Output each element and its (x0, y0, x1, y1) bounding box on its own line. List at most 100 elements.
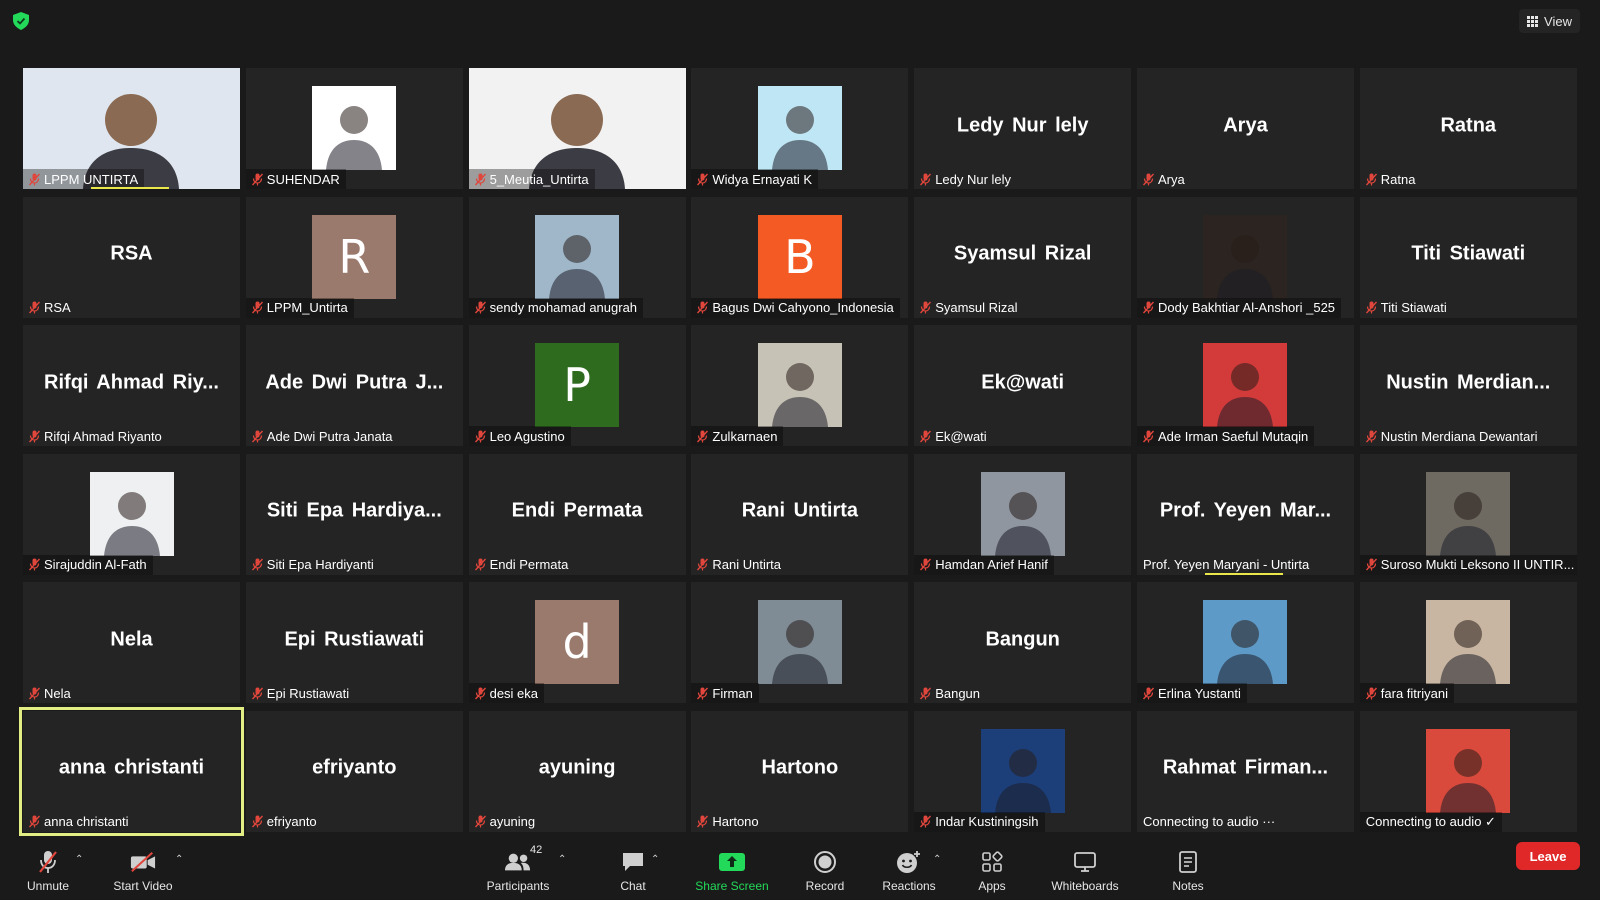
participant-tile[interactable]: Zulkarnaen (691, 325, 909, 446)
participant-tile[interactable]: Ade Dwi Putra J... Ade Dwi Putra Janata (245, 325, 463, 446)
participant-tile[interactable]: Firman (691, 582, 909, 703)
participant-tile[interactable]: Arya Arya (1136, 68, 1354, 189)
participant-tile[interactable]: Erlina Yustanti (1136, 582, 1354, 703)
participant-profile-picture (980, 471, 1065, 556)
chat-options-caret-icon[interactable]: ⌃ (651, 854, 661, 865)
participant-name-label: Sirajuddin Al-Fath (44, 557, 147, 572)
participant-tile[interactable]: Titi Stiawati Titi Stiawati (1359, 196, 1577, 318)
participant-tile[interactable]: sendy mohamad anugrah (468, 196, 686, 318)
participant-tile[interactable]: Ade Irman Saeful Mutaqin (1136, 325, 1354, 446)
muted-mic-icon (474, 430, 486, 443)
participant-name-label: Bagus Dwi Cahyono_Indonesia (712, 300, 894, 315)
participant-tile[interactable]: Dody Bakhtiar Al-Anshori _525 (1136, 196, 1354, 318)
chat-button[interactable]: Chat (605, 840, 661, 900)
participant-tile[interactable]: Indar Kustiningsih (914, 710, 1132, 832)
participant-name-label: Leo Agustino (489, 428, 565, 444)
participant-tile[interactable]: Bangun Bangun (914, 582, 1132, 703)
participant-tile[interactable]: fara fitriyani (1359, 582, 1577, 703)
participant-tile[interactable]: P Leo Agustino (468, 325, 686, 446)
participant-tile[interactable]: efriyanto efriyanto (245, 710, 463, 832)
muted-mic-icon (697, 301, 709, 314)
participant-tile[interactable]: Prof. Yeyen Mar... Prof. Yeyen Maryani - … (1136, 453, 1354, 575)
participant-name-label: efriyanto (266, 814, 317, 829)
participant-tile[interactable]: B Bagus Dwi Cahyono_Indonesia (691, 196, 909, 318)
participant-tile[interactable]: R LPPM_Untirta (245, 196, 463, 318)
participant-tile[interactable]: Nustin Merdian... Nustin Merdiana Dewanta… (1359, 325, 1577, 446)
whiteboards-button[interactable]: Whiteboards (1042, 840, 1128, 900)
participant-tile[interactable]: Endi Permata Endi Permata (468, 453, 686, 575)
participant-tile[interactable]: Ledy Nur lely Ledy Nur lely (914, 68, 1132, 189)
participant-tile[interactable]: Suroso Mukti Leksono II UNTIR... (1359, 453, 1577, 575)
unmute-button[interactable]: Unmute (22, 840, 74, 900)
reactions-options-caret-icon[interactable]: ⌃ (933, 854, 943, 865)
participant-tile[interactable]: Ek@wati Ek@wati (914, 325, 1132, 446)
participant-name-label: Titi Stiawati (1380, 300, 1447, 315)
participant-tile[interactable]: Hamdan Arief Hanif (914, 453, 1132, 575)
participant-nameplate: Siti Epa Hardiyanti (246, 555, 380, 575)
participant-name-label: Ledy Nur lely (935, 171, 1012, 187)
participant-tile[interactable]: Connecting to audio ✓ (1359, 710, 1577, 832)
muted-mic-icon (920, 430, 932, 443)
reactions-button[interactable]: Reactions (875, 840, 943, 900)
participant-tile[interactable]: Rani Untirta Rani Untirta (691, 453, 909, 575)
participant-tile[interactable]: Siti Epa Hardiya... Siti Epa Hardiyanti (245, 453, 463, 575)
participant-name-label: Hamdan Arief Hanif (935, 557, 1048, 572)
muted-mic-icon (920, 173, 932, 186)
start-video-button[interactable]: Start Video (108, 840, 178, 900)
participant-tile[interactable]: SUHENDAR (245, 68, 463, 189)
participant-tile[interactable]: RSA RSA (23, 196, 240, 318)
view-button[interactable]: View (1519, 9, 1580, 33)
participant-tile[interactable]: Rahmat Firman... Connecting to audio ··· (1136, 710, 1354, 832)
muted-mic-icon (697, 558, 709, 571)
share-screen-button[interactable]: Share Screen (690, 840, 774, 900)
participant-profile-picture (1426, 728, 1511, 813)
participant-tile[interactable]: Widya Ernayati K (691, 68, 909, 189)
participant-tile[interactable]: LPPM UNTIRTA (23, 68, 240, 189)
participant-tile[interactable]: Syamsul Rizal Syamsul Rizal (914, 196, 1132, 318)
participant-tile[interactable]: d desi eka (468, 582, 686, 703)
participant-display-name: Rani Untirta (741, 499, 859, 522)
audio-options-caret-icon[interactable]: ⌃ (75, 854, 85, 865)
participant-display-name: RSA (110, 242, 153, 265)
participant-nameplate: Bangun (914, 683, 986, 703)
audio-activity-indicator (1204, 572, 1283, 575)
participant-nameplate: Nela (23, 683, 77, 703)
participants-button[interactable]: 42 Participants (478, 840, 558, 900)
participant-nameplate: Connecting to audio ··· (1137, 812, 1281, 832)
video-options-caret-icon[interactable]: ⌃ (175, 854, 185, 865)
participant-tile[interactable]: Sirajuddin Al-Fath (23, 453, 240, 575)
participants-options-caret-icon[interactable]: ⌃ (558, 854, 568, 865)
record-button[interactable]: Record (797, 840, 853, 900)
audio-activity-indicator (91, 187, 169, 189)
encryption-shield-icon[interactable] (13, 12, 29, 30)
participant-tile[interactable]: 5_Meutia_Untirta (468, 68, 686, 189)
participant-display-name: efriyanto (312, 756, 397, 779)
participant-tile[interactable]: ayuning ayuning (468, 710, 686, 832)
participant-display-name: Titi Stiawati (1411, 242, 1526, 265)
muted-mic-icon (1365, 687, 1377, 700)
participant-display-name: Siti Epa Hardiya... (266, 499, 442, 522)
apps-button[interactable]: Apps (967, 840, 1017, 900)
participant-display-name: Endi Permata (511, 499, 643, 522)
participant-tile[interactable]: Ratna Ratna (1359, 68, 1577, 189)
participants-label: Participants (486, 879, 550, 893)
participant-tile[interactable]: anna christanti anna christanti (19, 706, 244, 836)
participant-nameplate: Bagus Dwi Cahyono_Indonesia (691, 297, 900, 318)
participant-tile[interactable]: Nela Nela (23, 582, 240, 703)
participant-display-name: Ratna (1440, 114, 1497, 137)
participant-name-label: Suroso Mukti Leksono II UNTIR... (1380, 557, 1575, 572)
participant-tile[interactable]: Hartono Hartono (691, 710, 909, 832)
participant-tile[interactable]: Rifqi Ahmad Riy... Rifqi Ahmad Riyanto (23, 325, 240, 446)
participant-name-label: Siti Epa Hardiyanti (266, 557, 374, 572)
participant-display-name: Syamsul Rizal (953, 242, 1092, 265)
participant-profile-picture (980, 728, 1065, 813)
leave-button[interactable]: Leave (1516, 842, 1580, 870)
participant-nameplate: Erlina Yustanti (1136, 683, 1247, 703)
notes-button[interactable]: Notes (1160, 840, 1216, 900)
chat-label: Chat (620, 879, 646, 893)
participant-tile[interactable]: Epi Rustiawati Epi Rustiawati (245, 582, 463, 703)
participant-name-label: Arya (1157, 171, 1185, 187)
muted-mic-icon (28, 430, 41, 443)
unmute-label: Unmute (26, 879, 70, 893)
muted-mic-icon (28, 301, 41, 314)
